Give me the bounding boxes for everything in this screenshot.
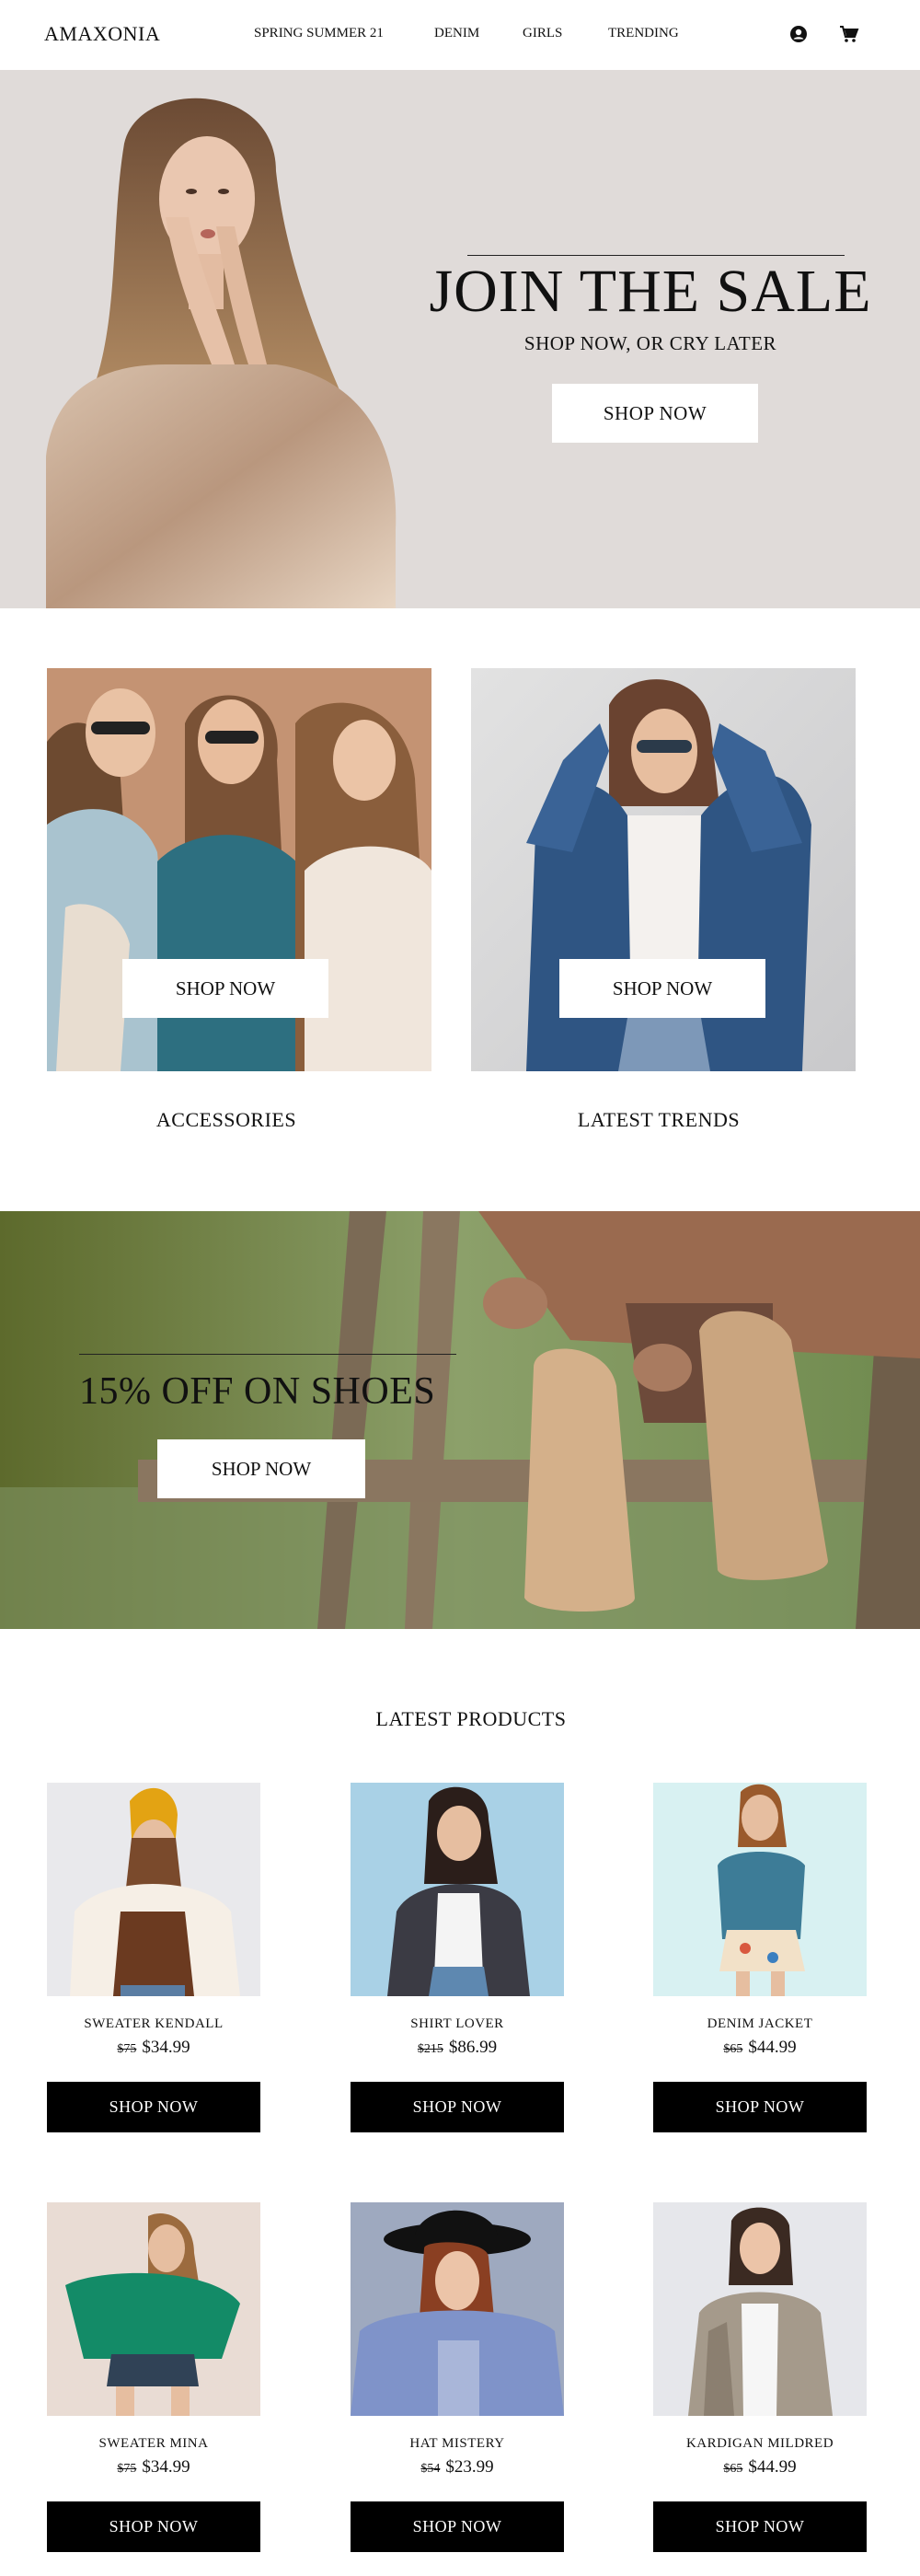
product-card: SHIRT LOVER $215 $86.99 SHOP NOW xyxy=(351,1783,564,2132)
product-card: SWEATER MINA $75 $34.99 SHOP NOW xyxy=(47,2202,260,2552)
product-name[interactable]: SWEATER MINA xyxy=(47,2436,260,2452)
product-old-price: $65 xyxy=(723,2462,743,2476)
product-name[interactable]: SHIRT LOVER xyxy=(351,2016,564,2032)
product-old-price: $75 xyxy=(117,2042,137,2056)
product-shop-now-button[interactable]: SHOP NOW xyxy=(653,2501,867,2552)
product-card: DENIM JACKET $65 $44.99 SHOP NOW xyxy=(653,1783,867,2132)
product-price: $215 $86.99 xyxy=(351,2038,564,2058)
latest-trends-shop-now-button[interactable]: SHOP NOW xyxy=(559,959,765,1018)
product-sale-price: $86.99 xyxy=(448,2038,498,2057)
hero-subtitle: SHOP NOW, OR CRY LATER xyxy=(523,332,777,354)
product-name[interactable]: HAT MISTERY xyxy=(351,2436,564,2452)
product-price: $54 $23.99 xyxy=(351,2457,564,2478)
product-card: SWEATER KENDALL $75 $34.99 SHOP NOW xyxy=(47,1783,260,2132)
product-old-price: $215 xyxy=(417,2042,443,2056)
shoes-banner-image xyxy=(0,1211,920,1629)
nav-girls[interactable]: GIRLS xyxy=(523,26,562,41)
hero-divider xyxy=(467,255,845,256)
nav-spring-summer[interactable]: SPRING SUMMER 21 xyxy=(254,26,384,41)
product-image[interactable] xyxy=(351,2202,564,2416)
product-sale-price: $34.99 xyxy=(142,2457,190,2477)
nav-trending[interactable]: TRENDING xyxy=(608,26,679,41)
nav-denim[interactable]: DENIM xyxy=(434,26,479,41)
category-card-latest-trends[interactable]: SHOP NOW xyxy=(471,668,856,1071)
product-shop-now-button[interactable]: SHOP NOW xyxy=(47,2082,260,2132)
site-header: AMAXONIA SPRING SUMMER 21 DENIM GIRLS TR… xyxy=(0,0,920,70)
product-image[interactable] xyxy=(653,1783,867,1996)
product-card: KARDIGAN MILDRED $65 $44.99 SHOP NOW xyxy=(653,2202,867,2552)
shoes-shop-now-button[interactable]: SHOP NOW xyxy=(157,1439,365,1498)
product-shop-now-button[interactable]: SHOP NOW xyxy=(653,2082,867,2132)
accessories-shop-now-button[interactable]: SHOP NOW xyxy=(122,959,328,1018)
product-price: $75 $34.99 xyxy=(47,2457,260,2478)
hero-banner: JOIN THE SALE SHOP NOW, OR CRY LATER SHO… xyxy=(0,70,920,608)
category-label-latest-trends[interactable]: LATEST TRENDS xyxy=(466,1108,851,1132)
category-label-accessories[interactable]: ACCESSORIES xyxy=(34,1108,419,1132)
product-old-price: $75 xyxy=(117,2462,137,2476)
product-image[interactable] xyxy=(47,1783,260,1996)
product-old-price: $65 xyxy=(723,2042,743,2056)
hero-shop-now-button[interactable]: SHOP NOW xyxy=(552,384,758,443)
product-price: $65 $44.99 xyxy=(653,2457,867,2478)
user-account-icon[interactable] xyxy=(788,24,809,44)
product-card: HAT MISTERY $54 $23.99 SHOP NOW xyxy=(351,2202,564,2552)
hero-model-image xyxy=(46,98,397,608)
product-sale-price: $44.99 xyxy=(748,2457,797,2477)
product-sale-price: $44.99 xyxy=(748,2038,797,2057)
product-shop-now-button[interactable]: SHOP NOW xyxy=(351,2501,564,2552)
product-shop-now-button[interactable]: SHOP NOW xyxy=(351,2082,564,2132)
product-sale-price: $34.99 xyxy=(142,2038,190,2057)
product-name[interactable]: DENIM JACKET xyxy=(653,2016,867,2032)
product-shop-now-button[interactable]: SHOP NOW xyxy=(47,2501,260,2552)
product-old-price: $54 xyxy=(420,2462,441,2476)
product-name[interactable]: KARDIGAN MILDRED xyxy=(653,2436,867,2452)
latest-products-title: LATEST PRODUCTS xyxy=(375,1707,567,1730)
shoes-title: 15% OFF ON SHOES xyxy=(79,1370,436,1413)
brand-logo[interactable]: AMAXONIA xyxy=(44,22,160,46)
shoes-banner: 15% OFF ON SHOES SHOP NOW xyxy=(0,1211,920,1629)
hero-title: JOIN THE SALE xyxy=(429,258,872,325)
product-image[interactable] xyxy=(653,2202,867,2416)
shopping-cart-icon[interactable] xyxy=(839,24,859,44)
product-sale-price: $23.99 xyxy=(445,2457,494,2477)
product-price: $65 $44.99 xyxy=(653,2038,867,2058)
product-image[interactable] xyxy=(351,1783,564,1996)
shoes-divider xyxy=(79,1354,456,1355)
product-image[interactable] xyxy=(47,2202,260,2416)
product-price: $75 $34.99 xyxy=(47,2038,260,2058)
product-name[interactable]: SWEATER KENDALL xyxy=(47,2016,260,2032)
category-card-accessories[interactable]: SHOP NOW xyxy=(47,668,431,1071)
